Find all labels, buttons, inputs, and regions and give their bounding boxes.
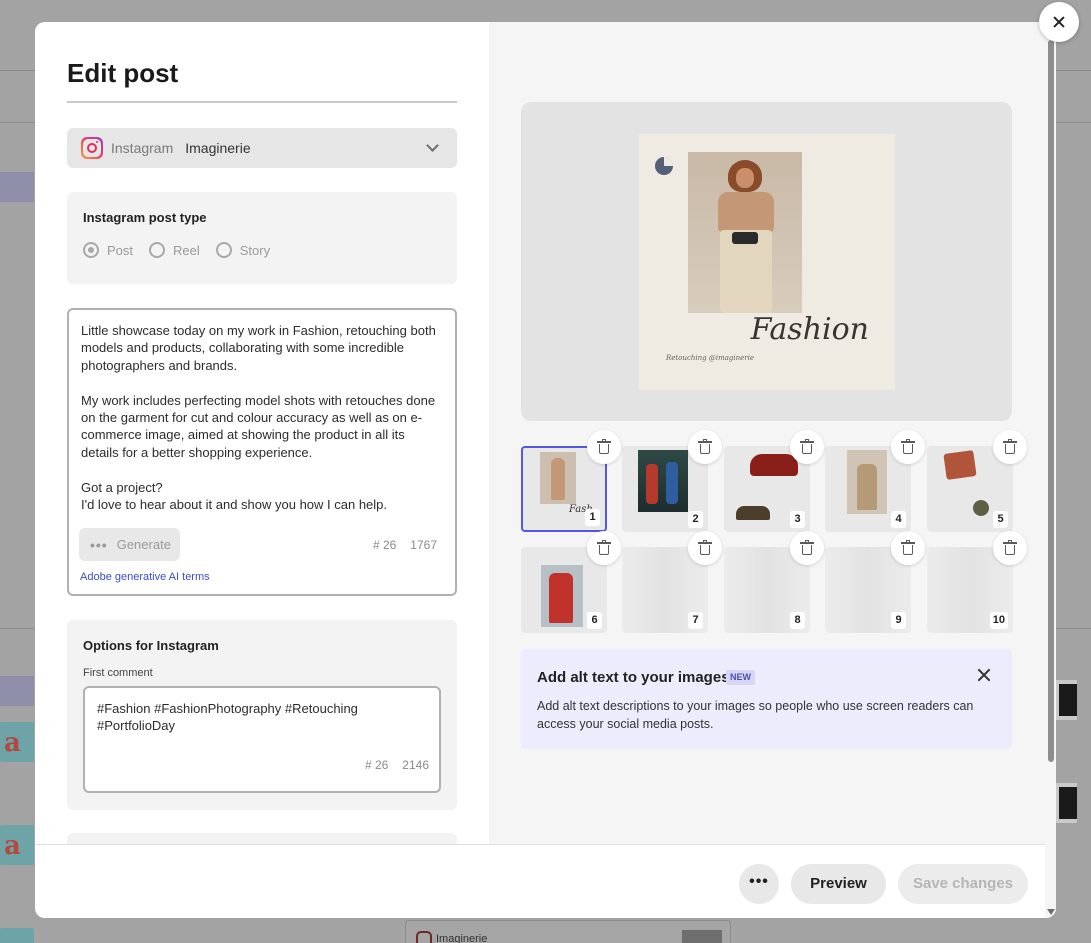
first-comment-text[interactable]: #Fashion #FashionPhotography #Retouching…	[97, 700, 427, 735]
options-title: Options for Instagram	[83, 638, 219, 653]
brand-logo	[655, 157, 673, 175]
delete-image-button[interactable]	[790, 430, 824, 464]
char-count: 1767	[410, 538, 437, 552]
scrollbar[interactable]	[1045, 22, 1056, 918]
delete-image-button[interactable]	[993, 430, 1027, 464]
radio-unchecked-icon	[149, 242, 166, 258]
trash-icon	[597, 540, 611, 555]
char-count: 2146	[402, 758, 429, 772]
account-platform: Instagram	[111, 140, 174, 156]
close-icon[interactable]	[976, 667, 992, 683]
bg-post-card: Imaginerie	[405, 920, 731, 943]
dialog-footer: ••• Preview Save changes	[35, 844, 1045, 918]
title-divider	[67, 101, 457, 103]
thumbnail-number: 1	[585, 509, 600, 526]
radio-reel[interactable]: Reel	[149, 242, 200, 258]
radio-post[interactable]: Post	[83, 242, 133, 258]
instagram-options-section: Options for Instagram First comment #Fas…	[67, 620, 457, 810]
radio-story[interactable]: Story	[215, 242, 271, 258]
thumbnail-number: 5	[993, 511, 1008, 528]
ai-terms-link[interactable]: Adobe generative AI terms	[80, 571, 210, 583]
radio-label: Reel	[173, 242, 200, 258]
save-changes-button[interactable]: Save changes	[898, 864, 1028, 904]
generate-button[interactable]: ••• Generate	[79, 528, 180, 561]
bg-dark-block	[1055, 783, 1077, 823]
instagram-icon	[81, 137, 103, 159]
bg-strip	[0, 676, 34, 706]
caption-counts: # 26 1767	[373, 538, 437, 552]
account-name: Imaginerie	[185, 140, 251, 156]
radio-unchecked-icon	[215, 242, 232, 258]
hashtag-count: # 26	[372, 538, 397, 552]
post-type-title: Instagram post type	[83, 210, 207, 225]
more-options-button[interactable]: •••	[739, 864, 779, 904]
preview-pane: Fashion Retouching @imaginerie Fash 1 2 …	[489, 22, 1045, 844]
thumbnail-number: 8	[790, 612, 805, 629]
trash-icon	[901, 540, 915, 555]
scrollbar-thumb[interactable]	[1048, 40, 1054, 762]
radio-label: Story	[239, 242, 271, 258]
thumbnail-number: 3	[790, 511, 805, 528]
trash-icon	[597, 439, 611, 454]
instagram-icon	[416, 931, 432, 943]
alt-banner-body: Add alt text descriptions to your images…	[537, 699, 974, 731]
delete-image-button[interactable]	[790, 531, 824, 565]
bg-strip	[0, 172, 34, 202]
model-photo	[688, 152, 802, 313]
thumbnail-number: 4	[891, 511, 906, 528]
radio-checked-icon	[83, 242, 99, 258]
post-type-radio-group: Post Reel Story	[83, 242, 270, 258]
delete-image-button[interactable]	[688, 430, 722, 464]
trash-icon	[800, 439, 814, 454]
post-type-section: Instagram post type Post Reel Story	[67, 192, 457, 284]
caption-textarea[interactable]: Little showcase today on my work in Fash…	[67, 308, 457, 596]
bg-card-label: Imaginerie	[436, 933, 488, 943]
thumbnail-number: 7	[688, 612, 703, 629]
delete-image-button[interactable]	[891, 531, 925, 565]
bg-thumbnail: a	[0, 825, 34, 865]
delete-image-button[interactable]	[587, 430, 621, 464]
caption-text[interactable]: Little showcase today on my work in Fash…	[81, 322, 443, 513]
trash-icon	[698, 439, 712, 454]
thumbnail-number: 10	[989, 612, 1008, 629]
chevron-down-icon	[426, 139, 439, 152]
bg-thumbnail: a	[0, 928, 34, 943]
alt-text-banner: Add alt text to your images NEW Add alt …	[521, 649, 1012, 749]
bg-dark-block	[1055, 680, 1077, 720]
post-preview: Fashion Retouching @imaginerie	[521, 102, 1012, 421]
generate-label: Generate	[116, 537, 171, 552]
delete-image-button[interactable]	[587, 531, 621, 565]
close-dialog-button[interactable]	[1039, 2, 1079, 42]
bg-thumbnail: a	[0, 722, 34, 762]
delete-image-button[interactable]	[688, 531, 722, 565]
comment-counts: # 26 2146	[365, 758, 429, 772]
slide-headline: Fashion	[750, 312, 869, 347]
thumbnail-number: 2	[688, 511, 703, 528]
slide-credit: Retouching @imaginerie	[666, 354, 754, 362]
thumbnail-number: 6	[587, 612, 602, 629]
preview-button[interactable]: Preview	[791, 864, 886, 904]
delete-image-button[interactable]	[993, 531, 1027, 565]
first-comment-label: First comment	[83, 667, 153, 679]
account-select[interactable]: Instagram Imaginerie	[67, 128, 457, 168]
scroll-down-icon[interactable]	[1047, 909, 1055, 915]
radio-label: Post	[107, 242, 134, 258]
dialog-title: Edit post	[67, 58, 179, 88]
thumbnail-number: 9	[891, 612, 906, 629]
trash-icon	[901, 439, 915, 454]
preview-slide: Fashion Retouching @imaginerie	[639, 134, 895, 390]
trash-icon	[1003, 540, 1017, 555]
alt-banner-title: Add alt text to your images	[537, 669, 730, 686]
ellipsis-icon: •••	[90, 536, 108, 553]
hashtag-count: # 26	[364, 758, 389, 772]
editor-pane: Edit post Instagram Imaginerie Instagram…	[35, 22, 489, 853]
first-comment-field[interactable]: #Fashion #FashionPhotography #Retouching…	[83, 686, 441, 793]
trash-icon	[800, 540, 814, 555]
trash-icon	[698, 540, 712, 555]
edit-post-dialog: Edit post Instagram Imaginerie Instagram…	[35, 22, 1056, 918]
trash-icon	[1003, 439, 1017, 454]
new-badge: NEW	[726, 670, 755, 685]
bg-avatar	[682, 930, 722, 943]
delete-image-button[interactable]	[891, 430, 925, 464]
